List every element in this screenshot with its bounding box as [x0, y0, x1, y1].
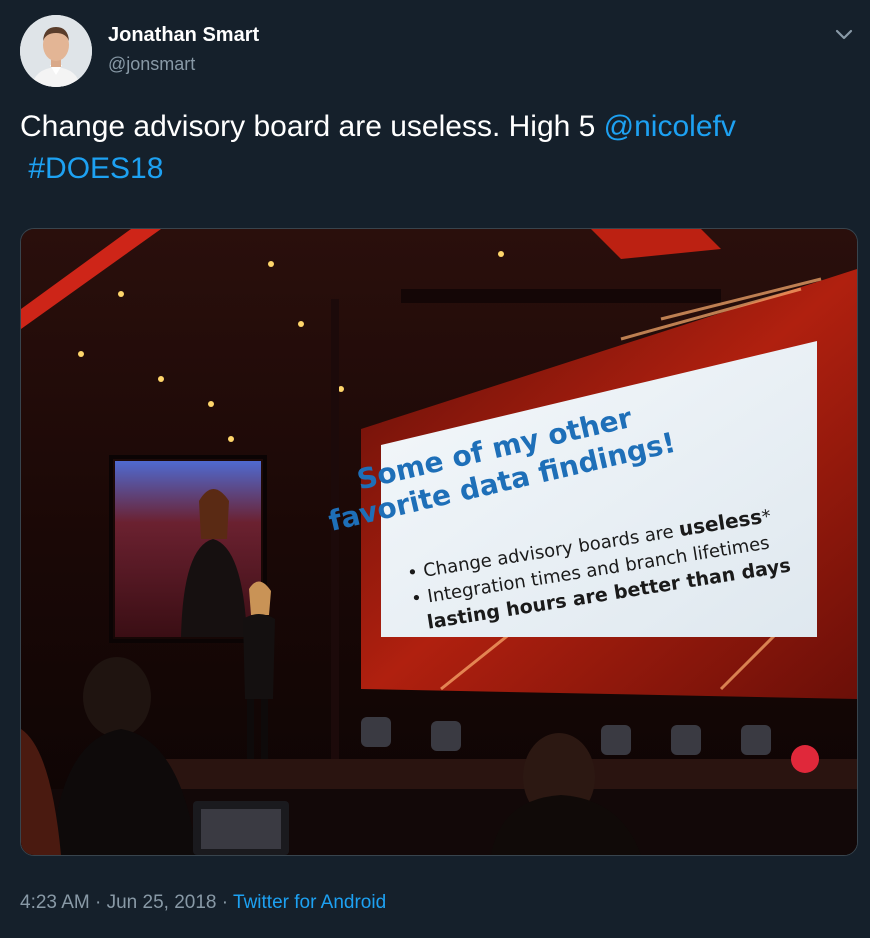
tweet-text: Change advisory board are useless. High … — [20, 106, 850, 190]
author-handle[interactable]: @jonsmart — [108, 54, 195, 75]
meta-separator-2: · — [216, 892, 234, 913]
tweet-date[interactable]: Jun 25, 2018 — [107, 892, 217, 913]
tweet-body: Change advisory board are useless. High … — [20, 110, 604, 143]
tweet-meta: 4:23 AM · Jun 25, 2018 · Twitter for And… — [20, 892, 386, 914]
mention-link[interactable]: @nicolefv — [604, 110, 736, 143]
tweet-time[interactable]: 4:23 AM — [20, 892, 90, 913]
hashtag-link[interactable]: #DOES18 — [28, 152, 163, 185]
avatar[interactable] — [20, 15, 92, 87]
meta-separator: · — [89, 892, 107, 913]
tweet-source-link[interactable]: Twitter for Android — [233, 892, 386, 913]
author-name[interactable]: Jonathan Smart — [108, 24, 259, 47]
chevron-down-icon[interactable] — [830, 20, 858, 48]
tweet-photo[interactable]: Some of my other favorite data findings!… — [20, 228, 858, 856]
avatar-image — [20, 15, 92, 87]
